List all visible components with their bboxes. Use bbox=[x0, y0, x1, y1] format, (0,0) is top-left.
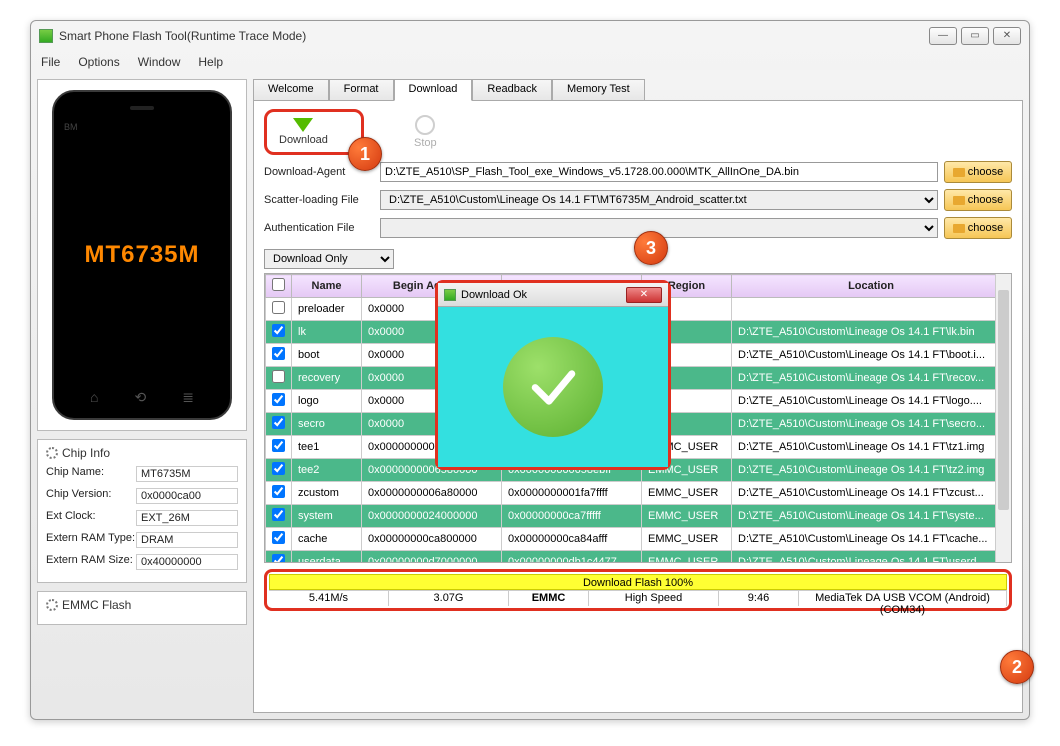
emmc-flash-panel: EMMC Flash bbox=[37, 591, 247, 625]
row-checkbox[interactable] bbox=[272, 347, 285, 360]
download-icon bbox=[293, 118, 313, 132]
row-checkbox[interactable] bbox=[272, 439, 285, 452]
row-checkbox[interactable] bbox=[272, 370, 285, 383]
row-checkbox[interactable] bbox=[272, 531, 285, 544]
stop-icon bbox=[415, 115, 435, 135]
callout-badge-1: 1 bbox=[348, 137, 382, 171]
app-icon bbox=[39, 29, 53, 43]
close-button[interactable]: ✕ bbox=[993, 27, 1021, 45]
choose-da-button[interactable]: choose bbox=[944, 161, 1012, 183]
row-checkbox[interactable] bbox=[272, 554, 285, 563]
main-window: Smart Phone Flash Tool(Runtime Trace Mod… bbox=[30, 20, 1030, 720]
row-checkbox[interactable] bbox=[272, 301, 285, 314]
dialog-close-button[interactable]: ✕ bbox=[626, 287, 662, 303]
table-row[interactable]: userdata0x00000000d70000000x00000000db1c… bbox=[266, 551, 1011, 564]
menu-file[interactable]: File bbox=[41, 55, 60, 69]
folder-icon bbox=[953, 224, 965, 233]
choose-scatter-button[interactable]: choose bbox=[944, 189, 1012, 211]
table-row[interactable]: cache0x00000000ca8000000x00000000ca84aff… bbox=[266, 528, 1011, 551]
menu-window[interactable]: Window bbox=[138, 55, 181, 69]
gear-icon bbox=[46, 599, 58, 611]
phone-preview: BM MT6735M ⌂⟲≣ bbox=[37, 79, 247, 431]
table-row[interactable]: system0x00000000240000000x00000000ca7fff… bbox=[266, 505, 1011, 528]
partition-table: Name Begin Address End Address Region Lo… bbox=[264, 273, 1012, 563]
progress-stats: 5.41M/s 3.07G EMMC High Speed 9:46 Media… bbox=[269, 590, 1007, 606]
chip-label: MT6735M bbox=[84, 241, 199, 269]
folder-icon bbox=[953, 168, 965, 177]
row-checkbox[interactable] bbox=[272, 393, 285, 406]
download-mode-select[interactable]: Download Only bbox=[264, 249, 394, 269]
menu-options[interactable]: Options bbox=[78, 55, 119, 69]
row-checkbox[interactable] bbox=[272, 485, 285, 498]
tab-format[interactable]: Format bbox=[329, 79, 394, 101]
titlebar[interactable]: Smart Phone Flash Tool(Runtime Trace Mod… bbox=[31, 21, 1029, 51]
scatter-file-select[interactable]: D:\ZTE_A510\Custom\Lineage Os 14.1 FT\MT… bbox=[380, 190, 938, 210]
minimize-button[interactable]: — bbox=[929, 27, 957, 45]
download-ok-dialog: Download Ok ✕ bbox=[435, 280, 671, 470]
menu-help[interactable]: Help bbox=[198, 55, 223, 69]
window-title: Smart Phone Flash Tool(Runtime Trace Mod… bbox=[59, 29, 929, 43]
download-agent-input[interactable] bbox=[380, 162, 938, 182]
choose-auth-button[interactable]: choose bbox=[944, 217, 1012, 239]
row-checkbox[interactable] bbox=[272, 324, 285, 337]
window-controls: — ▭ ✕ bbox=[929, 27, 1021, 45]
chip-info-panel: Chip Info Chip Name:MT6735M Chip Version… bbox=[37, 439, 247, 583]
app-icon bbox=[444, 289, 456, 301]
row-checkbox[interactable] bbox=[272, 508, 285, 521]
tab-download[interactable]: Download bbox=[394, 79, 473, 101]
menubar: File Options Window Help bbox=[31, 51, 1029, 73]
tab-bar: Welcome Format Download Readback Memory … bbox=[253, 79, 1023, 101]
gear-icon bbox=[46, 447, 58, 459]
tab-welcome[interactable]: Welcome bbox=[253, 79, 329, 101]
tab-readback[interactable]: Readback bbox=[472, 79, 552, 101]
folder-icon bbox=[953, 196, 965, 205]
stop-button[interactable]: Stop bbox=[414, 115, 437, 149]
row-checkbox[interactable] bbox=[272, 416, 285, 429]
download-button[interactable]: Download bbox=[279, 118, 328, 146]
progress-bar: Download Flash 100% bbox=[269, 574, 1007, 590]
maximize-button[interactable]: ▭ bbox=[961, 27, 989, 45]
table-row[interactable]: zcustom0x0000000006a800000x0000000001fa7… bbox=[266, 482, 1011, 505]
table-scrollbar[interactable] bbox=[995, 274, 1011, 562]
row-checkbox[interactable] bbox=[272, 462, 285, 475]
success-check-icon bbox=[503, 337, 603, 437]
callout-badge-3: 3 bbox=[634, 231, 668, 265]
progress-highlight: Download Flash 100% 5.41M/s 3.07G EMMC H… bbox=[264, 569, 1012, 611]
check-all[interactable] bbox=[272, 278, 285, 291]
tab-memory-test[interactable]: Memory Test bbox=[552, 79, 645, 101]
callout-badge-2: 2 bbox=[1000, 650, 1034, 684]
